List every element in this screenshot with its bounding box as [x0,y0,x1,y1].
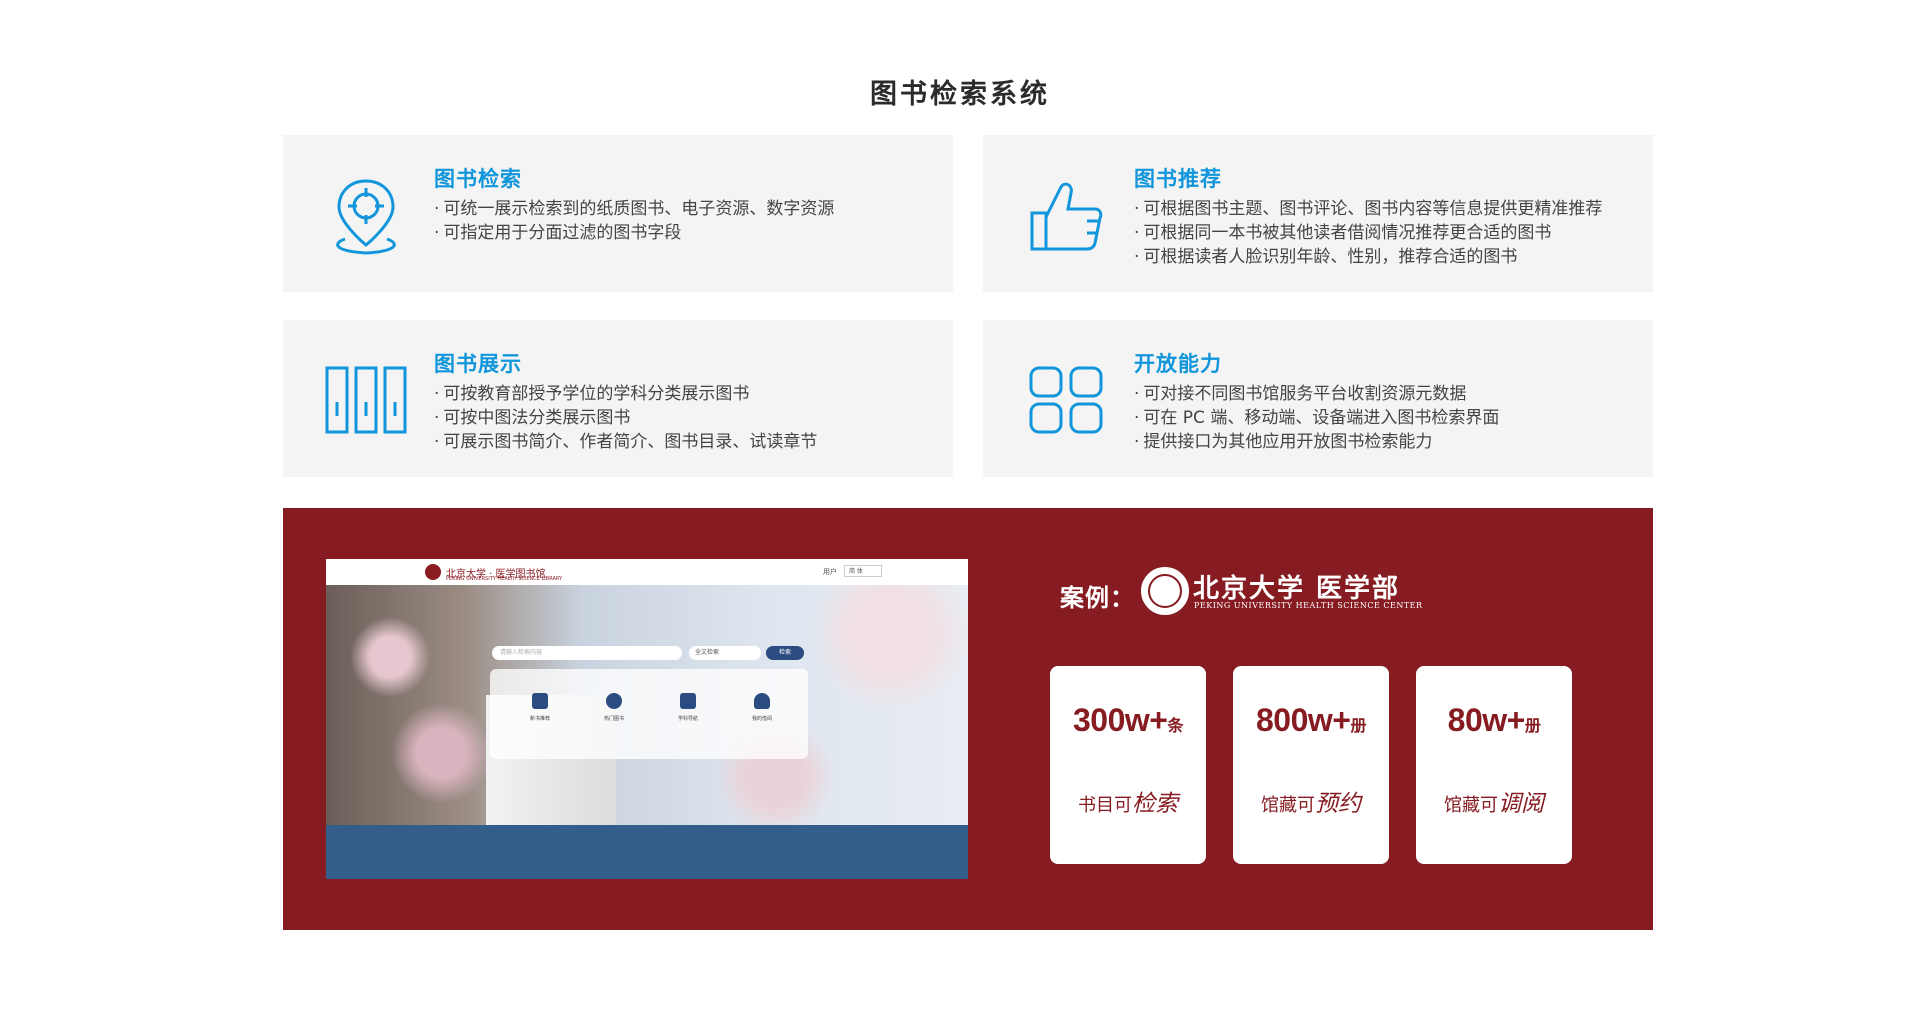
screenshot-quick-panel: 新书推荐 热门图书 学科导航 我的借阅 [490,669,808,759]
stat-description: 书目可检索 [1078,791,1178,817]
stat-description: 馆藏可调阅 [1444,791,1544,817]
feature-card-open-api: 开放能力 · 可对接不同图书馆服务平台收割资源元数据 · 可在 PC 端、移动端、设… [983,320,1653,477]
page-title: 图书检索系统 [870,79,1050,110]
screenshot-search-input: 请输入检索内容 [492,646,682,660]
feature-line: · 可根据同一本书被其他读者借阅情况推荐更合适的图书 [1134,223,1552,243]
org-name: 北京大学 医学部 [1193,574,1401,604]
library-site-screenshot: 北京大学 · 医学图书馆 PEKING UNIVERSITY HEALTH SC… [326,559,968,879]
feature-card-display: 图书展示 · 可按教育部授予学位的学科分类展示图书 · 可按中图法分类展示图书 · 可… [283,320,953,477]
user-icon [754,693,770,709]
feature-card-recommend: 图书推荐 · 可根据图书主题、图书评论、图书内容等信息提供更精准推荐 · 可根据同一… [983,135,1653,292]
stat-card-transfer: 80w+册 馆藏可调阅 [1416,666,1572,864]
books-stack-icon [680,693,696,709]
feature-line: · 可展示图书简介、作者简介、图书目录、试读章节 [434,432,818,452]
book-icon [532,693,548,709]
feature-line: · 可指定用于分面过滤的图书字段 [434,223,682,243]
feature-title: 图书推荐 [1134,167,1222,191]
location-target-icon [336,179,396,255]
app-grid-icon [1029,366,1103,434]
bookshelf-icon [325,366,407,434]
thumbs-up-icon [1030,182,1103,251]
screenshot-header: 北京大学 · 医学图书馆 PEKING UNIVERSITY HEALTH SC… [326,559,968,586]
screenshot-tile: 新书推荐 [510,693,570,722]
feature-line: · 可根据图书主题、图书评论、图书内容等信息提供更精准推荐 [1134,199,1603,219]
pku-seal-logo [1141,567,1189,615]
org-subtitle: PEKING UNIVERSITY HEALTH SCIENCE CENTER [1194,601,1423,610]
case-section: 北京大学 · 医学图书馆 PEKING UNIVERSITY HEALTH SC… [283,508,1653,930]
screenshot-language-select: 简 体 [844,565,882,577]
screenshot-search-button: 检索 [766,646,804,660]
stat-description: 馆藏可预约 [1261,791,1361,817]
screenshot-logo-subtitle: PEKING UNIVERSITY HEALTH SCIENCE LIBRARY [446,576,563,582]
feature-title: 图书检索 [434,167,522,191]
feature-line: · 可对接不同图书馆服务平台收割资源元数据 [1134,384,1467,404]
feature-line: · 可统一展示检索到的纸质图书、电子资源、数字资源 [434,199,835,219]
stat-card-reservable: 800w+册 馆藏可预约 [1233,666,1389,864]
case-label: 案例： [1060,584,1135,612]
feature-card-retrieval: 图书检索 · 可统一展示检索到的纸质图书、电子资源、数字资源 · 可指定用于分面过滤… [283,135,953,292]
stat-number: 800w+册 [1256,702,1366,738]
feature-line: · 可按中图法分类展示图书 [434,408,631,428]
fire-icon [606,693,622,709]
library-logo-icon [425,564,441,580]
feature-line: · 可按教育部授予学位的学科分类展示图书 [434,384,750,404]
screenshot-tile: 热门图书 [584,693,644,722]
screenshot-tile: 我的借阅 [732,693,792,722]
feature-line: · 提供接口为其他应用开放图书检索能力 [1134,432,1433,452]
feature-line: · 可根据读者人脸识别年龄、性别，推荐合适的图书 [1134,247,1518,267]
screenshot-search-type-select: 全文检索 [689,646,761,660]
stat-number: 80w+册 [1447,702,1541,738]
stat-card-records: 300w+条 书目可检索 [1050,666,1206,864]
screenshot-tile: 学科导航 [658,693,718,722]
feature-title: 图书展示 [434,352,522,376]
feature-line: · 可在 PC 端、移动端、设备端进入图书检索界面 [1134,408,1500,428]
feature-title: 开放能力 [1134,352,1222,376]
screenshot-user-link: 用户 [823,568,837,576]
stat-number: 300w+条 [1073,702,1183,738]
